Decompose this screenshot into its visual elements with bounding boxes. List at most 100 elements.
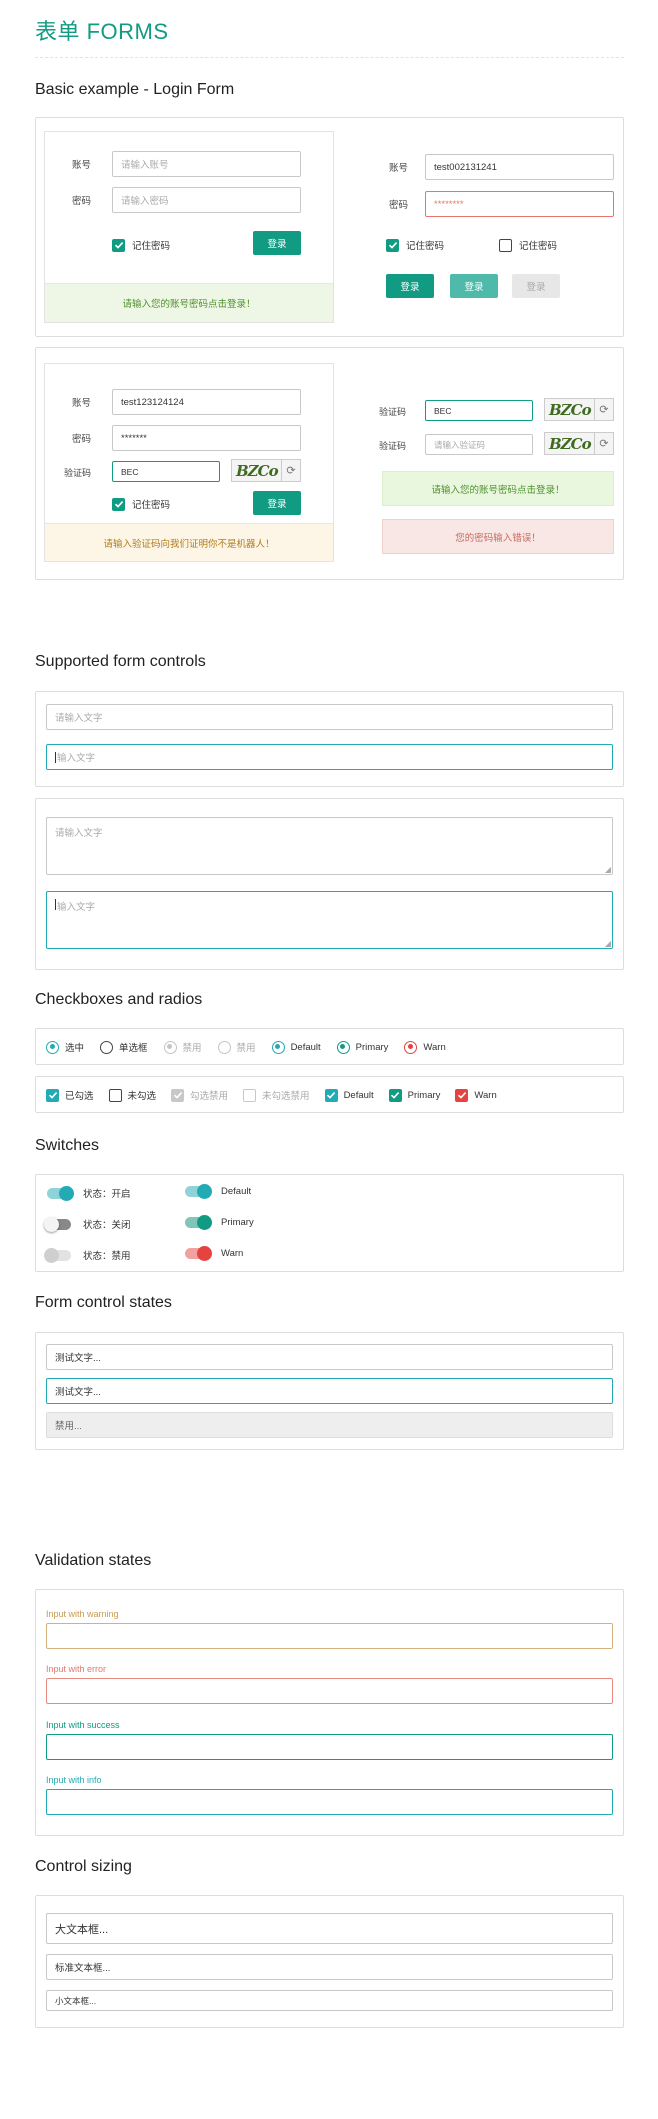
login-notice-success: 请输入您的账号密码点击登录！: [45, 283, 333, 322]
checkbox-checked-icon: [46, 1088, 59, 1102]
checkbox-checked-icon: [112, 497, 125, 511]
password-label: 密码: [71, 434, 91, 445]
section-title-states: Form control states: [35, 1294, 172, 1311]
textarea-focused[interactable]: 输入文字 ◢: [46, 891, 613, 949]
inputs-box: 请输入文字 输入文字: [35, 691, 624, 787]
input-disabled[interactable]: 禁用...: [46, 1412, 613, 1438]
radio-disabled[interactable]: 禁用: [217, 1040, 256, 1054]
resize-handle-icon[interactable]: ◢: [605, 939, 611, 948]
switch-default[interactable]: Default: [185, 1184, 251, 1199]
captcha-input[interactable]: BEC: [112, 461, 220, 482]
login-button[interactable]: 登录: [253, 491, 301, 515]
checkbox-default-icon: [324, 1088, 338, 1102]
input-success[interactable]: [46, 1734, 613, 1760]
resize-handle-icon[interactable]: ◢: [605, 865, 611, 874]
textareas-box: 请输入文字 ◢ 输入文字 ◢: [35, 798, 624, 970]
checkbox-primary[interactable]: Primary: [388, 1088, 440, 1102]
login-button-active[interactable]: 登录: [450, 274, 498, 298]
info-label: Input with info: [46, 1775, 102, 1785]
radio-primary[interactable]: Primary: [336, 1040, 388, 1054]
account-input[interactable]: 请输入账号: [112, 151, 301, 177]
radio-group: 选中 单选框 禁用 禁用 Default Primary Warn: [46, 1040, 446, 1054]
refresh-icon[interactable]: ⟳: [281, 460, 300, 481]
input-warning[interactable]: [46, 1623, 613, 1649]
captcha-image[interactable]: BZCo ⟳: [544, 398, 614, 421]
captcha-image[interactable]: BZCo ⟳: [231, 459, 301, 482]
login-card-basic: 账号 请输入账号 密码 请输入密码 记住密码 登录 请输入您的账号密码点击登录！: [44, 131, 334, 323]
alert-error: 您的密码输入错误！: [382, 519, 614, 554]
login-card-captcha: 账号 test123124124 密码 ******* 验证码 BEC BZCo…: [44, 363, 334, 562]
checkbox-disabled-checked[interactable]: 勾选禁用: [171, 1088, 228, 1102]
remember-checkbox[interactable]: 记住密码: [112, 497, 170, 511]
checkboxes-box: 已勾选 未勾选 勾选禁用 未勾选禁用 Default Primary Warn: [35, 1076, 624, 1113]
switches-box: 状态：开启 状态：关闭 状态：禁用 Default Primary Warn: [35, 1174, 624, 1272]
section-title-validation: Validation states: [35, 1552, 152, 1569]
radio-checked[interactable]: 选中: [46, 1040, 84, 1054]
captcha-label: 验证码: [378, 407, 406, 417]
captcha-input-empty[interactable]: 请输入验证码: [425, 434, 533, 455]
error-label: Input with error: [46, 1664, 107, 1674]
input-normal-size[interactable]: 标准文本框...: [46, 1954, 613, 1980]
input-focused[interactable]: 测试文字...: [46, 1378, 613, 1404]
section-title-basic: Basic example - Login Form: [35, 81, 235, 98]
password-input-error[interactable]: ********: [425, 191, 614, 217]
remember-checkbox[interactable]: 记住密码: [112, 238, 170, 252]
checkbox-unchecked[interactable]: 未勾选: [108, 1088, 156, 1102]
login-button[interactable]: 登录: [253, 231, 301, 255]
input-error[interactable]: [46, 1678, 613, 1704]
radio-warn-icon: [404, 1040, 418, 1054]
section-title-checks: Checkboxes and radios: [35, 991, 203, 1008]
password-input-filled[interactable]: *******: [112, 425, 301, 451]
captcha-label: 验证码: [378, 441, 406, 451]
switch-track: [47, 1185, 74, 1201]
switch-warn[interactable]: Warn: [185, 1246, 243, 1261]
text-cursor: [55, 751, 56, 763]
checkbox-checked-icon: [112, 238, 125, 252]
switch-track: [44, 1216, 71, 1232]
checkbox-warn[interactable]: Warn: [455, 1088, 497, 1102]
refresh-icon[interactable]: ⟳: [594, 399, 613, 420]
radio-default[interactable]: Default: [271, 1040, 321, 1054]
login-button-disabled[interactable]: 登录: [512, 274, 560, 298]
text-input-focused[interactable]: 输入文字: [46, 744, 613, 770]
input-small[interactable]: 小文本框...: [46, 1990, 613, 2011]
switch-track: [185, 1246, 212, 1261]
login-button-primary[interactable]: 登录: [386, 274, 434, 298]
checkbox-disabled[interactable]: 未勾选禁用: [243, 1088, 310, 1102]
switch-track: [185, 1215, 212, 1230]
checkbox-disabled-checked-icon: [171, 1088, 185, 1102]
account-input-filled[interactable]: test123124124: [112, 389, 301, 415]
radio-disabled-icon: [217, 1040, 231, 1054]
switch-knob: [44, 1247, 59, 1263]
checkbox-checked[interactable]: 已勾选: [46, 1088, 94, 1102]
text-cursor: [55, 899, 56, 910]
textarea[interactable]: 请输入文字 ◢: [46, 817, 613, 875]
text-input[interactable]: 请输入文字: [46, 704, 613, 730]
switch-knob: [197, 1215, 212, 1230]
page-title: 表单 FORMS: [35, 19, 169, 44]
captcha-image[interactable]: BZCo ⟳: [544, 432, 614, 455]
radio-warn[interactable]: Warn: [404, 1040, 446, 1054]
checkbox-unchecked-icon: [108, 1088, 122, 1102]
input-normal[interactable]: 测试文字...: [46, 1344, 613, 1370]
password-input[interactable]: 请输入密码: [112, 187, 301, 213]
switch-on[interactable]: 状态：开启: [47, 1185, 131, 1201]
checkbox-checked-icon: [386, 238, 399, 252]
radio-unchecked[interactable]: 单选框: [100, 1040, 148, 1054]
account-input-filled[interactable]: test002131241: [425, 154, 614, 180]
input-info[interactable]: [46, 1789, 613, 1815]
captcha-text: BZCo: [549, 434, 592, 453]
refresh-icon[interactable]: ⟳: [594, 433, 613, 454]
switch-disabled[interactable]: 状态：禁用: [44, 1247, 131, 1263]
success-label: Input with success: [46, 1720, 120, 1730]
captcha-notice-warning: 请输入验证码向我们证明你不是机器人！: [45, 523, 333, 561]
checkbox-default[interactable]: Default: [324, 1088, 374, 1102]
switch-primary[interactable]: Primary: [185, 1215, 254, 1230]
remember-checkbox-checked[interactable]: 记住密码: [386, 238, 444, 252]
remember-checkbox-unchecked[interactable]: 记住密码: [499, 238, 557, 252]
input-large[interactable]: 大文本框...: [46, 1913, 613, 1944]
captcha-label: 验证码: [63, 468, 91, 478]
captcha-input-filled[interactable]: BEC: [425, 400, 533, 421]
radio-disabled-checked[interactable]: 禁用: [163, 1040, 202, 1054]
switch-off[interactable]: 状态：关闭: [44, 1216, 131, 1232]
